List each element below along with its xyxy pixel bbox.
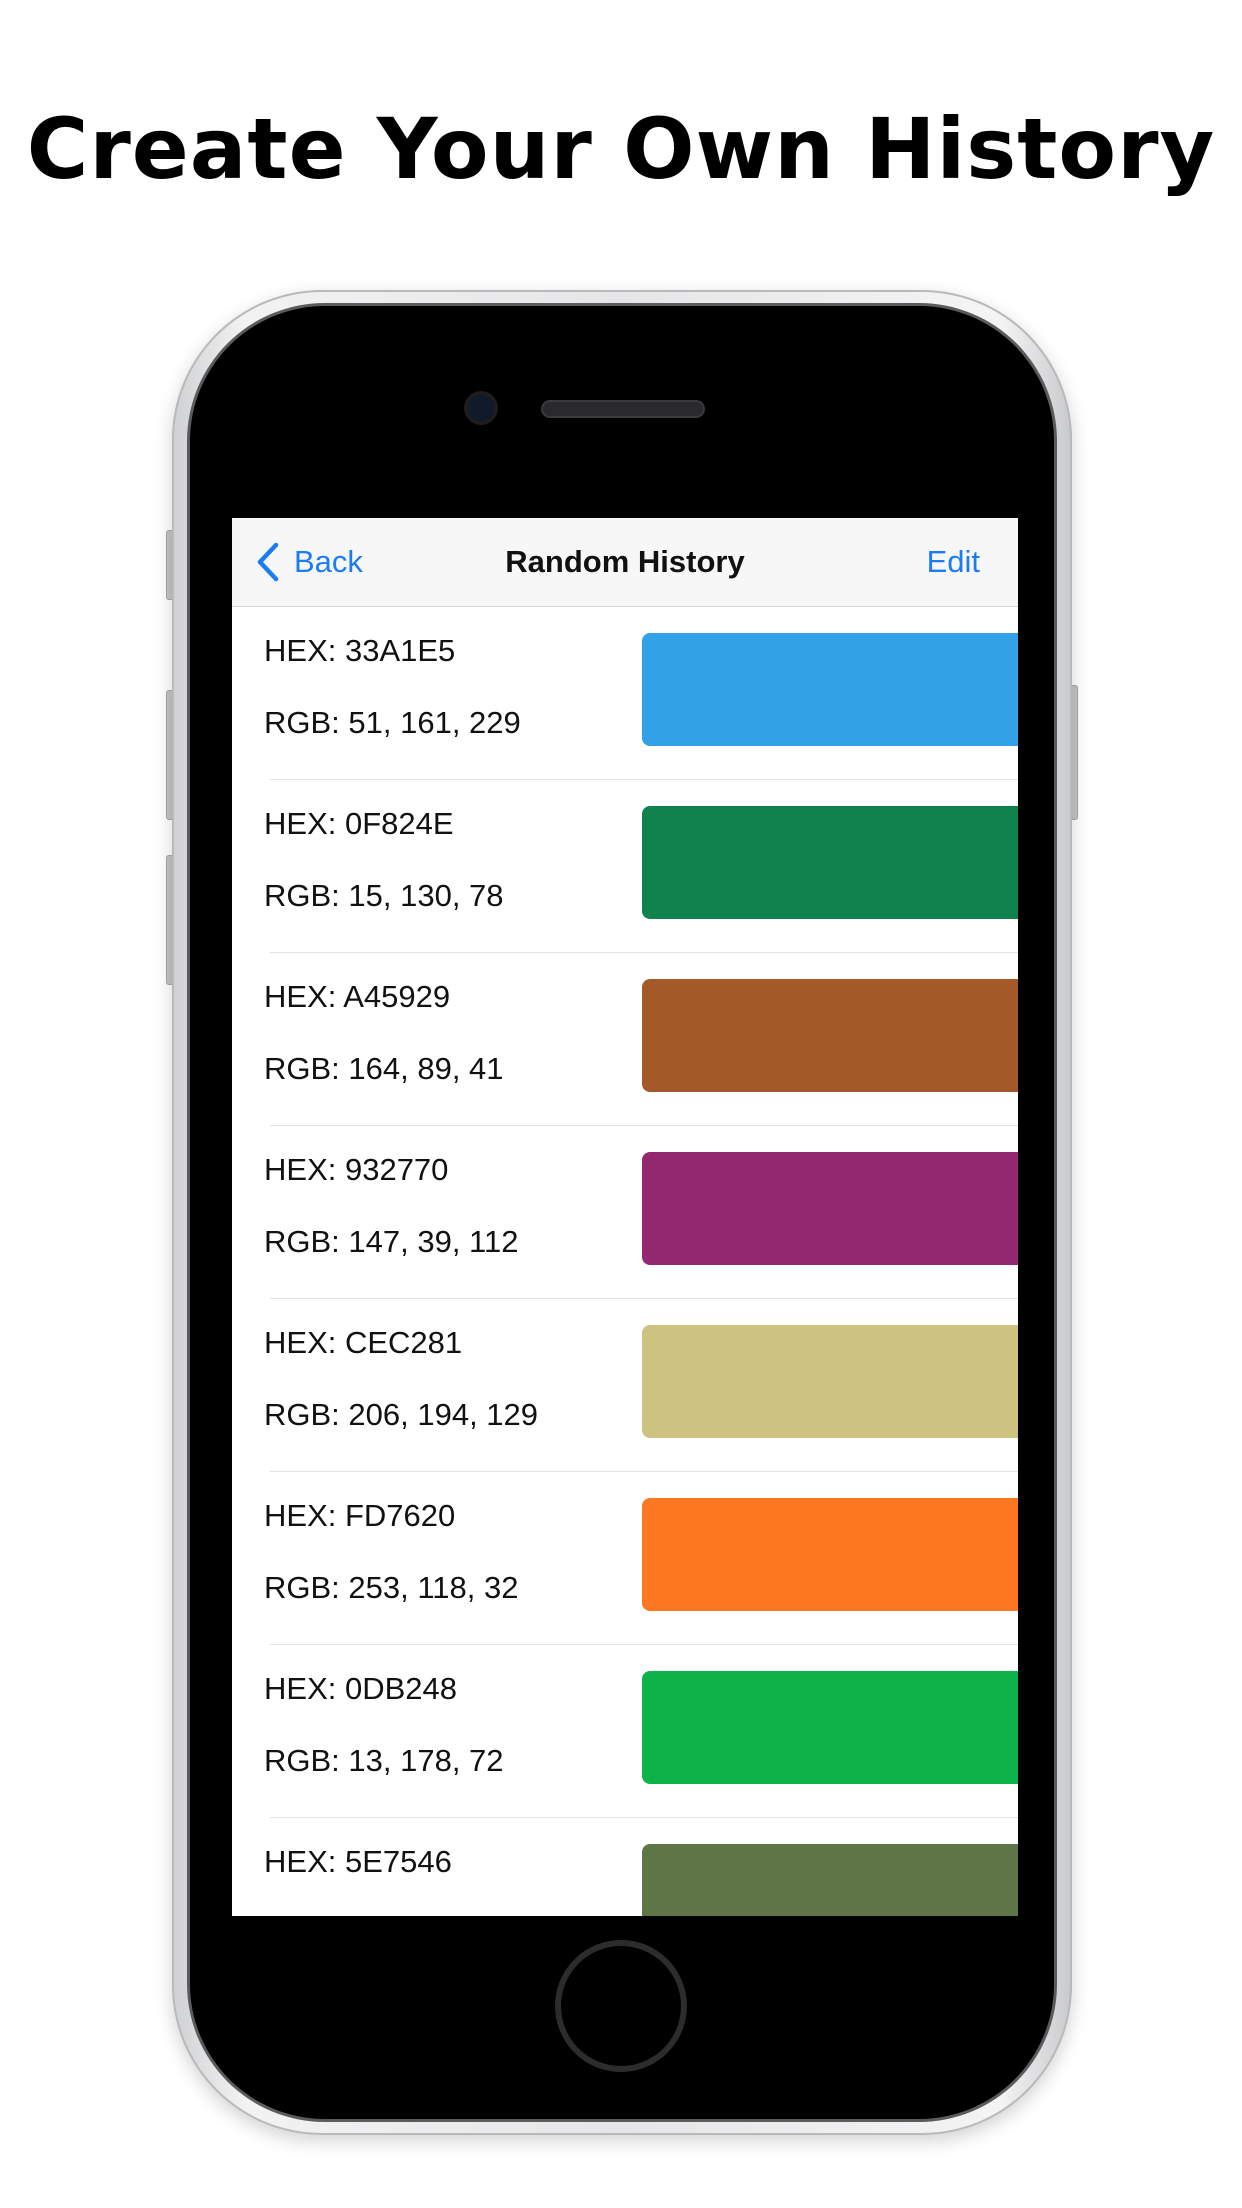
color-swatch <box>642 806 1018 919</box>
color-swatch <box>642 1325 1018 1438</box>
rgb-value: RGB: 15, 130, 78 <box>264 878 504 913</box>
hex-value: HEX: CEC281 <box>264 1325 463 1360</box>
home-button[interactable] <box>555 1940 687 2072</box>
color-swatch <box>642 633 1018 746</box>
headline: Create Your Own History <box>26 100 1216 198</box>
list-item[interactable]: HEX: 5E7546 <box>232 1818 1018 1916</box>
edit-button[interactable]: Edit <box>927 544 980 580</box>
rgb-value: RGB: 51, 161, 229 <box>264 705 521 740</box>
list-item[interactable]: HEX: A45929 RGB: 164, 89, 41 <box>232 953 1018 1126</box>
list-item[interactable]: HEX: 932770 RGB: 147, 39, 112 <box>232 1126 1018 1299</box>
list-item[interactable]: HEX: 0F824E RGB: 15, 130, 78 <box>232 780 1018 953</box>
history-list: HEX: 33A1E5 RGB: 51, 161, 229 HEX: 0F824… <box>232 607 1018 1916</box>
list-item[interactable]: HEX: 0DB248 RGB: 13, 178, 72 <box>232 1645 1018 1818</box>
list-item[interactable]: HEX: 33A1E5 RGB: 51, 161, 229 <box>232 607 1018 780</box>
color-swatch <box>642 1671 1018 1784</box>
earpiece-speaker <box>543 402 703 416</box>
navigation-bar: Back Random History Edit <box>232 518 1018 607</box>
page-title: Random History <box>505 544 745 579</box>
color-swatch <box>642 979 1018 1092</box>
hex-value: HEX: A45929 <box>264 979 451 1014</box>
hex-value: HEX: 5E7546 <box>264 1844 452 1879</box>
hex-value: HEX: 932770 <box>264 1152 449 1187</box>
rgb-value: RGB: 13, 178, 72 <box>264 1743 504 1778</box>
color-swatch <box>642 1152 1018 1265</box>
list-item[interactable]: HEX: CEC281 RGB: 206, 194, 129 <box>232 1299 1018 1472</box>
front-camera-icon <box>468 395 494 421</box>
rgb-value: RGB: 164, 89, 41 <box>264 1051 504 1086</box>
hex-value: HEX: FD7620 <box>264 1498 456 1533</box>
app-screen: Back Random History Edit HEX: 33A1E5 RGB… <box>232 518 1018 1916</box>
hex-value: HEX: 0DB248 <box>264 1671 457 1706</box>
color-swatch <box>642 1498 1018 1611</box>
rgb-value: RGB: 147, 39, 112 <box>264 1224 519 1259</box>
rgb-value: RGB: 206, 194, 129 <box>264 1397 539 1432</box>
hex-value: HEX: 33A1E5 <box>264 633 456 668</box>
color-swatch <box>642 1844 1018 1916</box>
rgb-value: RGB: 253, 118, 32 <box>264 1570 519 1605</box>
hex-value: HEX: 0F824E <box>264 806 454 841</box>
list-item[interactable]: HEX: FD7620 RGB: 253, 118, 32 <box>232 1472 1018 1645</box>
